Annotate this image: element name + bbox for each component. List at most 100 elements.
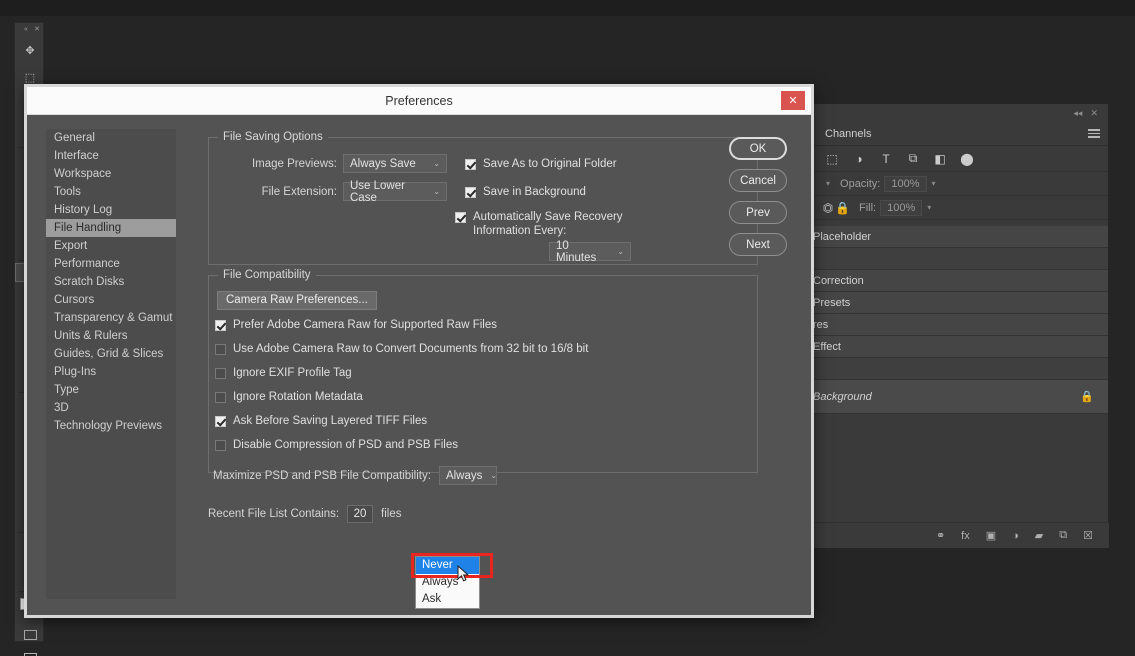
blend-mode-caret-icon[interactable]: ▾ <box>826 179 830 188</box>
save-in-background-checkbox[interactable] <box>465 186 476 198</box>
recent-file-list-input[interactable]: 20 <box>347 505 374 523</box>
tab-channels[interactable]: Channels <box>813 122 883 146</box>
checkbox[interactable] <box>215 320 226 331</box>
recent-file-list-label: Recent File List Contains: <box>208 508 340 520</box>
close-button[interactable]: ✕ <box>781 91 805 110</box>
checkbox[interactable] <box>215 440 226 451</box>
sidebar-item-type[interactable]: Type <box>46 381 176 399</box>
sidebar-item-export[interactable]: Export <box>46 237 176 255</box>
filter-pixel-icon[interactable]: ⬚ <box>825 152 839 166</box>
checkbox[interactable] <box>215 416 226 427</box>
filter-shape-icon[interactable]: ⧉ <box>906 151 920 166</box>
filter-smartobject-icon[interactable]: ◧ <box>933 152 947 166</box>
checkbox[interactable] <box>215 368 226 379</box>
dialog-title-bar: Preferences ✕ <box>27 87 811 115</box>
checkbox-row[interactable]: Disable Compression of PSD and PSB Files <box>215 438 745 452</box>
fill-caret-icon[interactable]: ▾ <box>927 203 931 212</box>
cancel-button[interactable]: Cancel <box>729 169 787 192</box>
opacity-caret-icon[interactable]: ▾ <box>932 179 936 188</box>
auto-save-recovery-label: Automatically Save Recovery Information … <box>473 211 623 237</box>
sidebar-item-tools[interactable]: Tools <box>46 183 176 201</box>
auto-save-recovery-checkbox[interactable] <box>455 212 466 223</box>
chevron-down-icon: ⌄ <box>617 247 624 256</box>
sidebar-item-scratch-disks[interactable]: Scratch Disks <box>46 273 176 291</box>
close-icon[interactable]: ✕ <box>33 26 41 34</box>
layer-row[interactable]: Presets <box>813 292 1108 314</box>
new-group-icon[interactable]: ▰ <box>1035 529 1043 542</box>
close-icon[interactable]: ✕ <box>1090 108 1098 118</box>
save-in-background-row[interactable]: Save in Background <box>465 185 586 199</box>
move-tool[interactable]: ✥ <box>15 37 45 64</box>
save-as-original-folder-checkbox[interactable] <box>465 158 476 170</box>
save-in-background-label: Save in Background <box>483 185 586 198</box>
layer-name: Presets <box>813 296 851 309</box>
compatibility-checkbox-list: Prefer Adobe Camera Raw for Supported Ra… <box>215 318 745 462</box>
dialog-title: Preferences <box>385 93 453 108</box>
file-extension-label: File Extension: <box>261 185 337 198</box>
ok-button[interactable]: OK <box>729 137 787 160</box>
file-extension-select[interactable]: Use Lower Case ⌄ <box>343 180 447 204</box>
checkbox[interactable] <box>215 392 226 403</box>
layer-name: Placeholder <box>813 230 872 243</box>
checkbox-row[interactable]: Ask Before Saving Layered TIFF Files <box>215 414 745 428</box>
sidebar-item-transparency-gamut[interactable]: Transparency & Gamut <box>46 309 176 327</box>
save-as-original-folder-row[interactable]: Save As to Original Folder <box>465 157 617 171</box>
sidebar-item-workspace[interactable]: Workspace <box>46 165 176 183</box>
checkbox-row[interactable]: Ignore Rotation Metadata <box>215 390 745 404</box>
fill-value[interactable]: 100% <box>880 199 923 216</box>
checkbox-row[interactable]: Ignore EXIF Profile Tag <box>215 366 745 380</box>
checkbox[interactable] <box>215 344 226 355</box>
save-as-original-folder-label: Save As to Original Folder <box>483 157 617 170</box>
auto-save-interval-select[interactable]: 10 Minutes ⌄ <box>549 240 631 264</box>
filter-type-icon[interactable]: T <box>879 152 893 166</box>
layer-style-icon[interactable]: fx <box>961 530 970 542</box>
delete-layer-icon[interactable]: ☒ <box>1083 529 1093 542</box>
sidebar-item-general[interactable]: General <box>46 129 176 147</box>
maximize-compatibility-select[interactable]: Always ⌄ <box>438 466 497 485</box>
filter-adjustment-icon[interactable]: ◑ <box>852 152 866 166</box>
checkbox-label: Ignore Rotation Metadata <box>233 391 363 403</box>
layer-row[interactable]: Background 🔒 <box>813 380 1108 414</box>
image-previews-select[interactable]: Always Save ⌄ <box>343 154 447 173</box>
checkbox-label: Prefer Adobe Camera Raw for Supported Ra… <box>233 319 497 331</box>
sidebar-item-plug-ins[interactable]: Plug-Ins <box>46 363 176 381</box>
camera-raw-preferences-button[interactable]: Camera Raw Preferences... <box>217 291 377 310</box>
link-layers-icon[interactable]: ⚭ <box>936 529 945 542</box>
layer-row[interactable]: Placeholder <box>813 226 1108 248</box>
sidebar-item-history-log[interactable]: History Log <box>46 201 176 219</box>
next-button[interactable]: Next <box>729 233 787 256</box>
auto-save-recovery-row[interactable]: Automatically Save Recovery Information … <box>455 210 645 238</box>
layer-row[interactable]: Effect <box>813 336 1108 358</box>
prev-button[interactable]: Prev <box>729 201 787 224</box>
sidebar-item-file-handling[interactable]: File Handling <box>46 219 176 237</box>
sidebar-item-3d[interactable]: 3D <box>46 399 176 417</box>
checkbox-row[interactable]: Use Adobe Camera Raw to Convert Document… <box>215 342 745 356</box>
screen-mode-button[interactable] <box>15 646 45 656</box>
collapse-icon[interactable]: « <box>22 26 30 34</box>
opacity-value[interactable]: 100% <box>884 175 927 192</box>
layer-row[interactable]: res <box>813 314 1108 336</box>
new-layer-icon[interactable]: ⧉ <box>1059 529 1067 542</box>
quick-mask-button[interactable] <box>15 624 45 646</box>
sidebar-item-guides-grid-slices[interactable]: Guides, Grid & Slices <box>46 345 176 363</box>
sidebar-item-cursors[interactable]: Cursors <box>46 291 176 309</box>
layer-row[interactable]: Correction <box>813 270 1108 292</box>
dropdown-option-ask[interactable]: Ask <box>416 591 479 608</box>
sidebar-item-units-rulers[interactable]: Units & Rulers <box>46 327 176 345</box>
layer-mask-icon[interactable]: ▣ <box>986 529 996 542</box>
collapse-icon[interactable]: ◂◂ <box>1073 108 1082 118</box>
lock-all-icon[interactable]: 🔒 <box>835 201 850 215</box>
lock-transparency-icon[interactable]: ⏣ <box>821 201 835 215</box>
adjustment-layer-icon[interactable]: ◑ <box>1012 530 1019 542</box>
panel-menu-icon[interactable] <box>1088 129 1100 138</box>
sidebar-item-technology-previews[interactable]: Technology Previews <box>46 417 176 435</box>
maximize-compatibility-value: Always <box>445 469 483 482</box>
sidebar-item-performance[interactable]: Performance <box>46 255 176 273</box>
checkbox-row[interactable]: Prefer Adobe Camera Raw for Supported Ra… <box>215 318 745 332</box>
sidebar-item-interface[interactable]: Interface <box>46 147 176 165</box>
layers-panel-footer: ⚭ fx ▣ ◑ ▰ ⧉ ☒ <box>813 522 1109 548</box>
layer-list: Placeholder Correction Presets res Effect Bac… <box>813 226 1108 414</box>
group-title-file-saving: File Saving Options <box>218 131 328 143</box>
filter-toggle-icon[interactable]: ⬤ <box>960 152 974 166</box>
mouse-cursor-icon <box>457 565 470 582</box>
